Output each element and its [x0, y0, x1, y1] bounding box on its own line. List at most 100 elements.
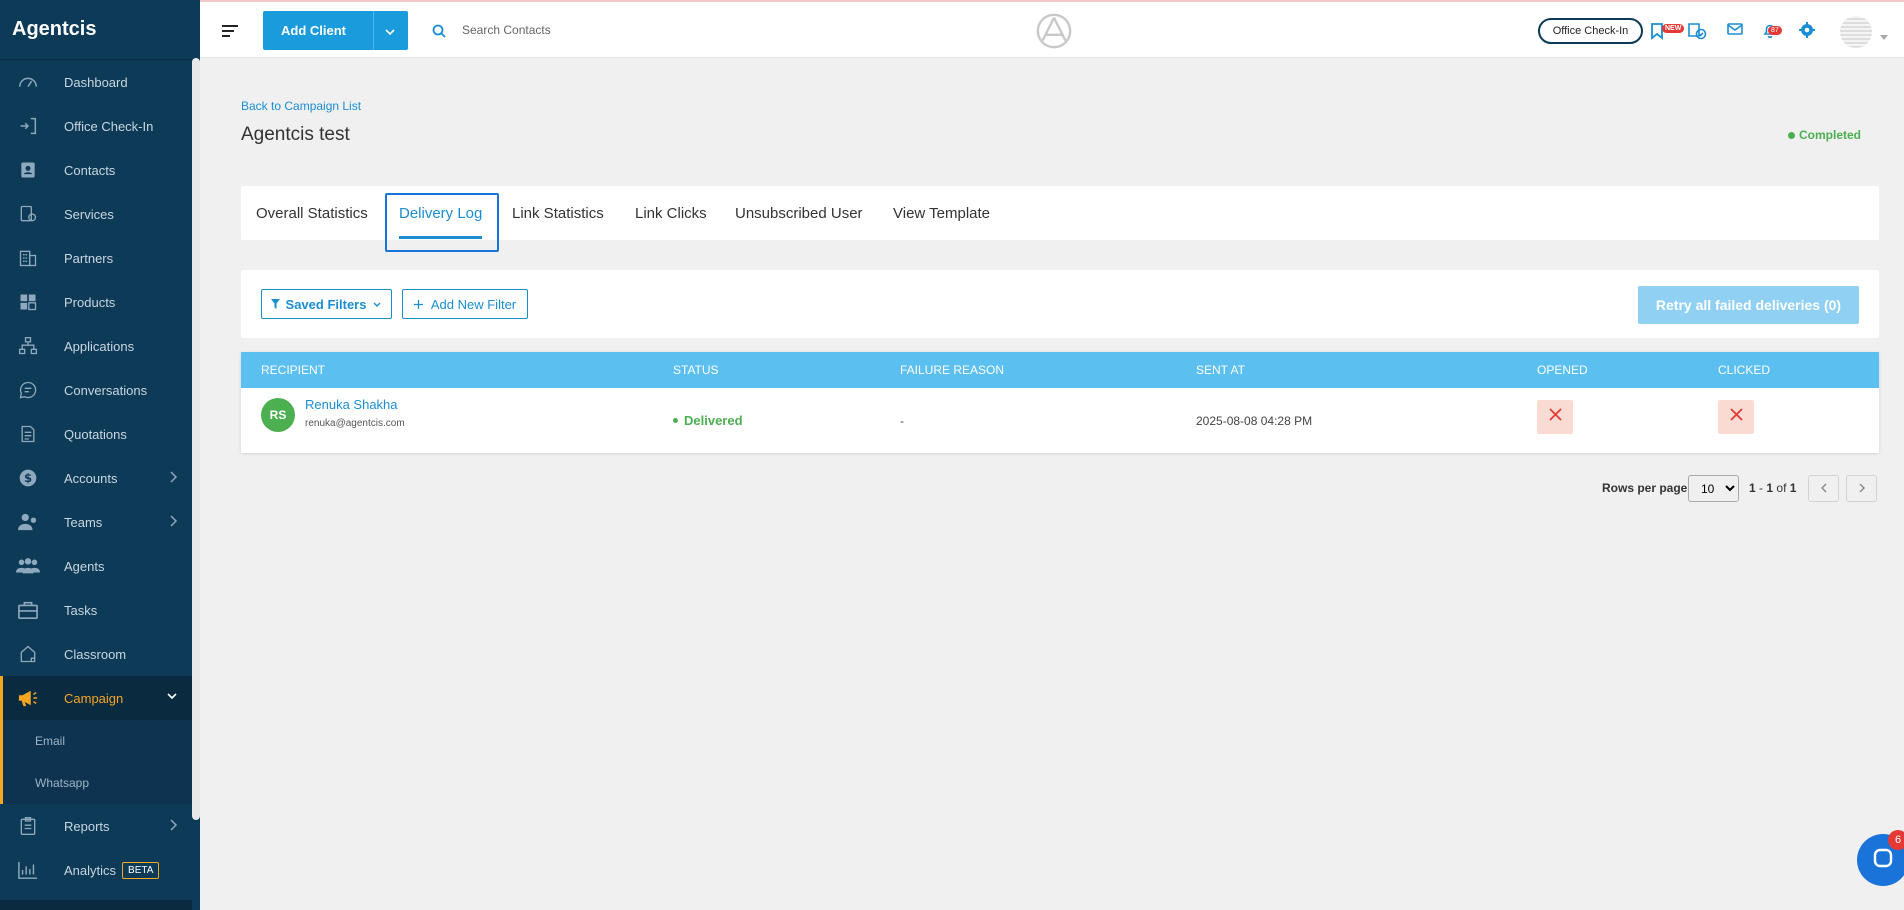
sidebar-menu: Dashboard Office Check-In Contacts Servi…	[0, 60, 192, 892]
recipient-name-link[interactable]: Renuka Shakha	[305, 397, 398, 412]
chevron-down-icon[interactable]	[1880, 28, 1888, 46]
sidebar-item-label: Contacts	[64, 162, 116, 178]
close-x-icon	[1548, 408, 1562, 426]
campaign-status-badge: Completed	[1788, 128, 1861, 142]
sidebar-item-campaign[interactable]: Campaign	[0, 676, 192, 720]
tab-overall-statistics[interactable]: Overall Statistics	[256, 186, 368, 240]
sidebar-item-services[interactable]: Services	[0, 192, 192, 236]
sidebar-item-dashboard[interactable]: Dashboard	[0, 60, 192, 104]
mail-icon[interactable]	[1727, 22, 1743, 41]
saved-filters-label: Saved Filters	[285, 296, 367, 312]
sidebar-bottom	[0, 900, 192, 910]
column-header-sent-at: SENT AT	[1196, 363, 1245, 377]
search-icon[interactable]	[432, 24, 446, 43]
chevron-right-icon	[168, 818, 178, 835]
megaphone-icon	[16, 686, 40, 710]
sidebar-item-analytics[interactable]: Analytics BETA	[0, 848, 192, 892]
recipient-avatar: RS	[261, 398, 295, 432]
range-total: 1	[1789, 481, 1797, 495]
sidebar-item-contacts[interactable]: Contacts	[0, 148, 192, 192]
add-new-filter-button[interactable]: Add New Filter	[402, 289, 528, 319]
sidebar-item-accounts[interactable]: $ Accounts	[0, 456, 192, 500]
sidebar-item-teams[interactable]: Teams	[0, 500, 192, 544]
chevron-down-icon[interactable]	[384, 25, 396, 40]
next-page-button[interactable]	[1846, 475, 1877, 502]
rows-per-page-label: Rows per page	[1602, 481, 1688, 495]
sidebar-scrollbar[interactable]	[192, 58, 200, 820]
sidebar-item-classroom[interactable]: Classroom	[0, 632, 192, 676]
sidebar-item-tasks[interactable]: Tasks	[0, 588, 192, 632]
office-check-in-label: Office Check-In	[1552, 25, 1629, 37]
back-to-campaign-list-link[interactable]: Back to Campaign List	[241, 99, 361, 113]
tab-view-template[interactable]: View Template	[893, 186, 990, 240]
opened-status	[1537, 400, 1573, 434]
agents-icon	[16, 554, 40, 578]
sidebar-item-products[interactable]: Products	[0, 280, 192, 324]
column-header-status: STATUS	[673, 363, 719, 377]
table-header: RECIPIENT STATUS FAILURE REASON SENT AT …	[241, 352, 1879, 388]
range-of-label: of	[1776, 481, 1787, 495]
classroom-icon	[16, 642, 40, 666]
brand-logo[interactable]: Agentcis	[0, 0, 200, 60]
chevron-right-icon	[1858, 480, 1866, 498]
plus-icon	[413, 297, 423, 312]
sidebar-item-applications[interactable]: Applications	[0, 324, 192, 368]
sidebar-item-label: Partners	[64, 250, 114, 266]
tab-link-clicks[interactable]: Link Clicks	[635, 186, 707, 240]
clicked-status	[1718, 400, 1754, 434]
notification-count-badge: 87	[1768, 26, 1782, 35]
dollar-icon: $	[16, 466, 40, 490]
sidebar-subitem-email[interactable]: Email	[0, 720, 192, 762]
range-end: 1	[1766, 481, 1774, 495]
top-header: Add Client Office Check-In NEW 87	[200, 0, 1904, 58]
column-header-failure-reason: FAILURE REASON	[900, 363, 1005, 377]
gauge-icon	[16, 70, 40, 94]
sidebar-item-office-check-in[interactable]: Office Check-In	[0, 104, 192, 148]
sidebar-subitem-whatsapp[interactable]: Whatsapp	[0, 762, 192, 804]
sidebar-item-agents[interactable]: Agents	[0, 544, 192, 588]
sidebar: Agentcis Dashboard Office Check-In Conta…	[0, 0, 200, 910]
building-icon	[16, 246, 40, 270]
contact-card-icon	[16, 158, 40, 182]
sidebar-item-label: Accounts	[64, 470, 118, 486]
chevron-right-icon	[168, 470, 178, 487]
user-avatar[interactable]	[1840, 16, 1872, 48]
sidebar-item-label: Dashboard	[64, 74, 128, 90]
filter-bar: Saved Filters Add New Filter Retry all f…	[241, 270, 1879, 338]
tab-link-statistics[interactable]: Link Statistics	[512, 186, 604, 240]
gear-icon[interactable]	[1799, 22, 1815, 43]
column-header-recipient: RECIPIENT	[261, 363, 326, 377]
saved-filters-button[interactable]: Saved Filters	[261, 289, 392, 319]
retry-failed-deliveries-button[interactable]: Retry all failed deliveries (0)	[1638, 286, 1859, 324]
rows-per-page-select[interactable]: 10	[1688, 475, 1739, 502]
prev-page-button[interactable]	[1808, 475, 1839, 502]
flowchart-icon	[16, 334, 40, 358]
tab-focus-ring	[385, 193, 499, 252]
task-check-icon[interactable]	[1687, 22, 1707, 45]
check-in-icon	[16, 114, 40, 138]
briefcase-icon	[16, 598, 40, 622]
sidebar-item-conversations[interactable]: Conversations	[0, 368, 192, 412]
page-range: 1 - 1 of 1	[1749, 481, 1797, 495]
column-header-clicked: CLICKED	[1718, 363, 1771, 377]
menu-toggle-icon[interactable]	[222, 24, 238, 42]
status-dot	[1788, 131, 1795, 139]
sidebar-item-partners[interactable]: Partners	[0, 236, 192, 280]
sidebar-item-quotations[interactable]: Quotations	[0, 412, 192, 456]
office-check-in-button[interactable]: Office Check-In	[1538, 18, 1643, 44]
chevron-down-icon	[166, 690, 178, 705]
range-start: 1	[1749, 481, 1756, 495]
beta-badge: BETA	[122, 861, 160, 879]
sidebar-item-reports[interactable]: Reports	[0, 804, 192, 848]
add-client-button[interactable]: Add Client	[263, 11, 408, 50]
search-input[interactable]	[462, 18, 762, 42]
chevron-down-icon	[372, 297, 382, 312]
chat-icon	[1872, 847, 1894, 874]
document-icon	[16, 422, 40, 446]
add-new-filter-label: Add New Filter	[430, 296, 517, 312]
button-divider	[373, 11, 374, 50]
sidebar-item-label: Conversations	[64, 382, 148, 398]
tab-unsubscribed-user[interactable]: Unsubscribed User	[735, 186, 863, 240]
brand-name: Agentcis	[12, 18, 97, 40]
sidebar-subitem-label: Whatsapp	[35, 776, 90, 790]
